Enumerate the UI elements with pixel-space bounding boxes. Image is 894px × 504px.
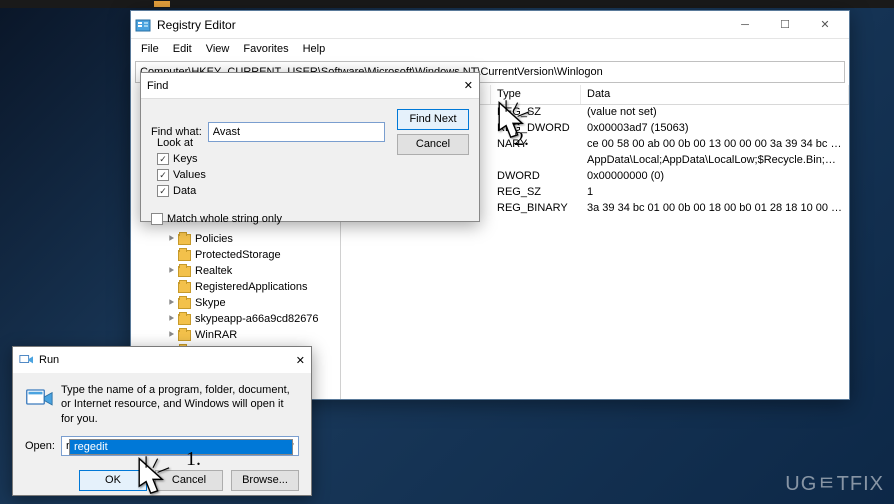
folder-icon — [178, 282, 191, 293]
find-dialog: Find ✕ Find what: Find Next Cancel Look … — [140, 72, 480, 222]
autocomplete-option[interactable]: regedit — [70, 440, 292, 454]
tree-node[interactable]: Realtek — [195, 265, 232, 277]
run-description: Type the name of a program, folder, docu… — [61, 383, 299, 426]
checkbox-values[interactable]: ✓ — [157, 169, 169, 181]
col-header-type[interactable]: Type — [491, 85, 581, 104]
find-next-button[interactable]: Find Next — [397, 109, 469, 130]
window-title: Registry Editor — [157, 18, 725, 32]
ok-button[interactable]: OK — [79, 470, 147, 491]
folder-icon — [178, 330, 191, 341]
find-titlebar[interactable]: Find ✕ — [141, 73, 479, 99]
close-icon[interactable]: ✕ — [296, 354, 305, 367]
match-whole-label: Match whole string only — [167, 213, 282, 225]
run-dialog: Run ✕ Type the name of a program, folder… — [12, 346, 312, 496]
keys-label: Keys — [173, 153, 197, 165]
autocomplete-dropdown[interactable]: regedit — [69, 439, 293, 455]
taskbar-pinned-icon — [154, 1, 170, 7]
cancel-button[interactable]: Cancel — [397, 134, 469, 155]
col-header-data[interactable]: Data — [581, 85, 849, 104]
run-program-icon — [25, 383, 53, 411]
data-label: Data — [173, 185, 196, 197]
tree-node[interactable]: Skype — [195, 297, 226, 309]
menu-help[interactable]: Help — [297, 41, 332, 57]
look-at-label: Look at — [157, 137, 335, 149]
folder-icon — [178, 250, 191, 261]
open-label: Open: — [25, 440, 55, 452]
tree-node[interactable]: RegisteredApplications — [195, 281, 308, 293]
regedit-app-icon — [135, 17, 151, 33]
run-titlebar[interactable]: Run ✕ — [13, 347, 311, 373]
minimize-button[interactable]: ─ — [725, 11, 765, 39]
step-2-label: 2. — [514, 128, 529, 151]
browse-button[interactable]: Browse... — [231, 470, 299, 491]
checkbox-match-whole[interactable] — [151, 213, 163, 225]
close-icon[interactable]: ✕ — [464, 79, 473, 92]
folder-icon — [178, 298, 191, 309]
menu-bar: File Edit View Favorites Help — [131, 39, 849, 59]
checkbox-keys[interactable]: ✓ — [157, 153, 169, 165]
menu-view[interactable]: View — [200, 41, 236, 57]
run-title: Run — [39, 354, 59, 366]
maximize-button[interactable]: ☐ — [765, 11, 805, 39]
close-button[interactable]: ✕ — [805, 11, 845, 39]
menu-favorites[interactable]: Favorites — [237, 41, 294, 57]
titlebar[interactable]: Registry Editor ─ ☐ ✕ — [131, 11, 849, 39]
menu-edit[interactable]: Edit — [167, 41, 198, 57]
folder-icon — [178, 266, 191, 277]
tree-node[interactable]: skypeapp-a66a9cd82676 — [195, 313, 319, 325]
find-title: Find — [147, 80, 168, 92]
tree-node[interactable]: ProtectedStorage — [195, 249, 281, 261]
cancel-button[interactable]: Cancel — [155, 470, 223, 491]
tree-node[interactable]: WinRAR — [195, 329, 237, 341]
step-1-label: 1. — [186, 448, 201, 471]
run-app-icon — [19, 352, 33, 369]
watermark-text: UGㅌTFIX — [785, 467, 884, 496]
checkbox-data[interactable]: ✓ — [157, 185, 169, 197]
menu-file[interactable]: File — [135, 41, 165, 57]
folder-icon — [178, 314, 191, 325]
taskbar-fragment — [0, 0, 894, 8]
values-label: Values — [173, 169, 206, 181]
